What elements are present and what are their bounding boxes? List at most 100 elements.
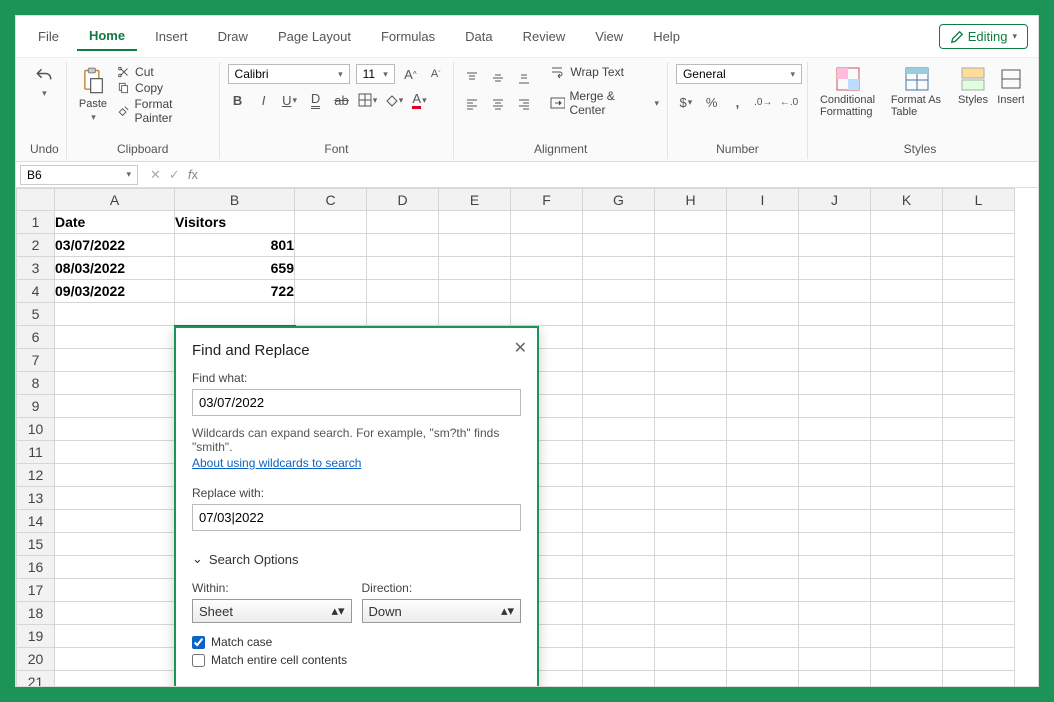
cell-H19[interactable]: [655, 625, 727, 648]
row-header-18[interactable]: 18: [17, 602, 55, 625]
cell-J7[interactable]: [799, 349, 871, 372]
cell-D3[interactable]: [367, 257, 439, 280]
tab-draw[interactable]: Draw: [206, 23, 260, 50]
wrap-text-button[interactable]: Wrap Text: [550, 64, 659, 80]
tab-view[interactable]: View: [583, 23, 635, 50]
italic-button[interactable]: I: [254, 90, 274, 110]
cell-I18[interactable]: [727, 602, 799, 625]
cell-H6[interactable]: [655, 326, 727, 349]
merge-center-button[interactable]: Merge & Center▾: [550, 88, 659, 118]
col-header-C[interactable]: C: [295, 189, 367, 211]
cell-G15[interactable]: [583, 533, 655, 556]
cell-H18[interactable]: [655, 602, 727, 625]
cell-K14[interactable]: [871, 510, 943, 533]
cell-B4[interactable]: 722: [175, 280, 295, 303]
cell-D4[interactable]: [367, 280, 439, 303]
cell-L2[interactable]: [943, 234, 1015, 257]
cell-L19[interactable]: [943, 625, 1015, 648]
cell-I20[interactable]: [727, 648, 799, 671]
cell-I2[interactable]: [727, 234, 799, 257]
cell-I8[interactable]: [727, 372, 799, 395]
cell-A10[interactable]: [55, 418, 175, 441]
cell-A1[interactable]: Date: [55, 211, 175, 234]
cell-L15[interactable]: [943, 533, 1015, 556]
cell-F4[interactable]: [511, 280, 583, 303]
cell-H4[interactable]: [655, 280, 727, 303]
replace-with-input[interactable]: [192, 504, 521, 531]
cell-L3[interactable]: [943, 257, 1015, 280]
row-header-12[interactable]: 12: [17, 464, 55, 487]
cell-G11[interactable]: [583, 441, 655, 464]
cell-H8[interactable]: [655, 372, 727, 395]
cell-G4[interactable]: [583, 280, 655, 303]
col-header-J[interactable]: J: [799, 189, 871, 211]
row-header-21[interactable]: 21: [17, 671, 55, 687]
cell-L9[interactable]: [943, 395, 1015, 418]
row-header-4[interactable]: 4: [17, 280, 55, 303]
cell-F5[interactable]: [511, 303, 583, 326]
cell-D5[interactable]: [367, 303, 439, 326]
find-what-input[interactable]: [192, 389, 521, 416]
bold-button[interactable]: B: [228, 90, 248, 110]
cell-H16[interactable]: [655, 556, 727, 579]
cell-J6[interactable]: [799, 326, 871, 349]
row-header-7[interactable]: 7: [17, 349, 55, 372]
cell-F1[interactable]: [511, 211, 583, 234]
col-header-E[interactable]: E: [439, 189, 511, 211]
number-format-select[interactable]: General▾: [676, 64, 802, 84]
cell-I14[interactable]: [727, 510, 799, 533]
cell-J17[interactable]: [799, 579, 871, 602]
cell-E4[interactable]: [439, 280, 511, 303]
row-header-10[interactable]: 10: [17, 418, 55, 441]
cell-L21[interactable]: [943, 671, 1015, 687]
cell-C4[interactable]: [295, 280, 367, 303]
fx-icon[interactable]: fx: [188, 167, 198, 182]
cell-L16[interactable]: [943, 556, 1015, 579]
cell-K6[interactable]: [871, 326, 943, 349]
cell-K5[interactable]: [871, 303, 943, 326]
enter-icon[interactable]: ✓: [169, 167, 180, 183]
cell-B2[interactable]: 801: [175, 234, 295, 257]
cell-I5[interactable]: [727, 303, 799, 326]
cell-A2[interactable]: 03/07/2022: [55, 234, 175, 257]
cell-G1[interactable]: [583, 211, 655, 234]
cell-L7[interactable]: [943, 349, 1015, 372]
insert-cells-button[interactable]: Insert: [998, 64, 1024, 108]
cancel-icon[interactable]: ✕: [150, 167, 161, 183]
cell-J5[interactable]: [799, 303, 871, 326]
cell-J18[interactable]: [799, 602, 871, 625]
cell-H21[interactable]: [655, 671, 727, 687]
cell-A17[interactable]: [55, 579, 175, 602]
cell-B5[interactable]: [175, 303, 295, 326]
match-case-checkbox[interactable]: Match case: [192, 635, 521, 649]
cell-A12[interactable]: [55, 464, 175, 487]
cell-A16[interactable]: [55, 556, 175, 579]
tab-formulas[interactable]: Formulas: [369, 23, 447, 50]
align-top-button[interactable]: [462, 68, 482, 88]
align-middle-button[interactable]: [488, 68, 508, 88]
cell-H9[interactable]: [655, 395, 727, 418]
row-header-3[interactable]: 3: [17, 257, 55, 280]
cell-D1[interactable]: [367, 211, 439, 234]
cell-K11[interactable]: [871, 441, 943, 464]
row-header-17[interactable]: 17: [17, 579, 55, 602]
row-header-15[interactable]: 15: [17, 533, 55, 556]
cell-J10[interactable]: [799, 418, 871, 441]
cell-H15[interactable]: [655, 533, 727, 556]
row-header-2[interactable]: 2: [17, 234, 55, 257]
cell-H3[interactable]: [655, 257, 727, 280]
cell-E3[interactable]: [439, 257, 511, 280]
row-header-11[interactable]: 11: [17, 441, 55, 464]
borders-button[interactable]: ▾: [358, 90, 378, 110]
cell-G2[interactable]: [583, 234, 655, 257]
cell-L10[interactable]: [943, 418, 1015, 441]
cell-J19[interactable]: [799, 625, 871, 648]
cell-B1[interactable]: Visitors: [175, 211, 295, 234]
tab-data[interactable]: Data: [453, 23, 504, 50]
cell-L8[interactable]: [943, 372, 1015, 395]
cell-H11[interactable]: [655, 441, 727, 464]
increase-font-button[interactable]: A^: [401, 64, 420, 84]
cell-I16[interactable]: [727, 556, 799, 579]
percent-button[interactable]: %: [702, 92, 722, 112]
cell-I12[interactable]: [727, 464, 799, 487]
